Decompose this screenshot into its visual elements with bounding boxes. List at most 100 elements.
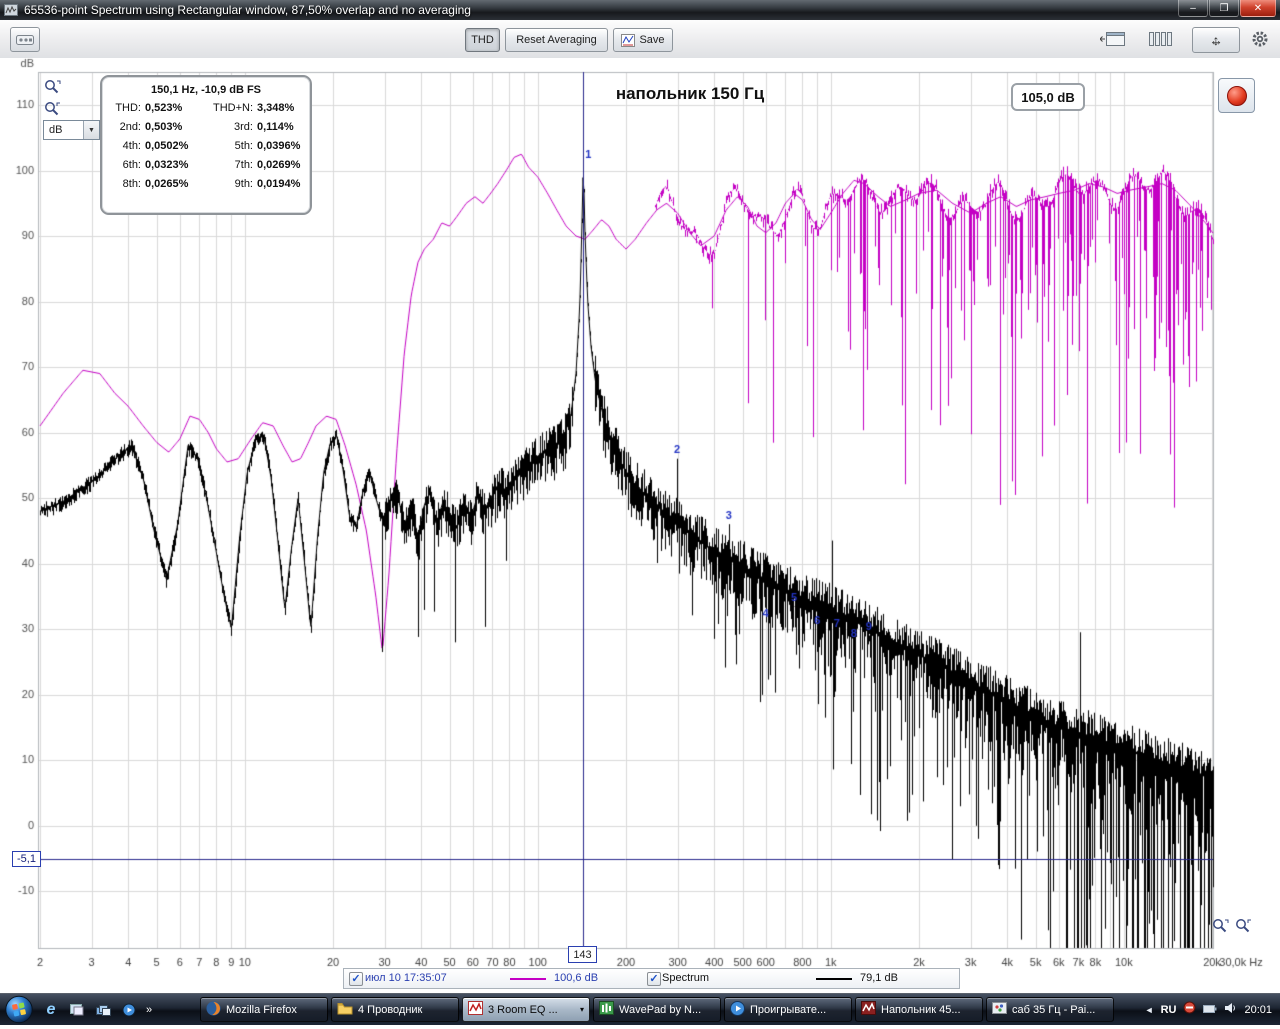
battery-icon[interactable] xyxy=(1203,1001,1217,1019)
taskbar-button-label: Проигрывате... xyxy=(750,1003,827,1016)
trace2-color-sample xyxy=(816,978,852,980)
taskbar-button[interactable]: 3 Room EQ ... ▾ xyxy=(462,997,590,1022)
dropdown-arrow-icon: ▼ xyxy=(83,121,99,139)
thd-panel-header: 150,1 Hz, -10,9 dB FS xyxy=(150,84,262,96)
taskbar-button[interactable]: WavePad by N... xyxy=(593,997,721,1022)
firefox-icon xyxy=(206,1001,221,1019)
graph-columns-button[interactable] xyxy=(1146,29,1176,49)
taskbar-button[interactable]: Проигрывате... xyxy=(724,997,852,1022)
wavepad-icon xyxy=(599,1001,614,1018)
paint-icon xyxy=(992,1001,1007,1018)
cursor-level-label: -5,1 xyxy=(12,851,41,867)
window-title: 65536-point Spectrum using Rectangular w… xyxy=(24,3,471,17)
folder-icon xyxy=(337,1002,353,1018)
rew-icon xyxy=(468,1001,483,1018)
thd-row-label: 6th: xyxy=(122,159,141,171)
level-readout: 105,0 dB xyxy=(1011,83,1085,111)
language-indicator[interactable]: RU xyxy=(1161,1004,1177,1016)
volume-icon[interactable] xyxy=(1224,1001,1237,1019)
taskbar-button[interactable]: саб 35 Гц - Pai... xyxy=(986,997,1114,1022)
settings-button[interactable] xyxy=(1249,28,1271,50)
rew2-icon xyxy=(861,1001,876,1018)
taskbar-button-label: Напольник 45... xyxy=(881,1003,961,1016)
reset-averaging-button[interactable]: Reset Averaging xyxy=(505,28,608,52)
minimize-button[interactable]: – xyxy=(1178,0,1208,17)
columns-icon xyxy=(1149,32,1172,46)
trace1-color-sample xyxy=(510,978,546,980)
taskbar-clock[interactable]: 20:01 xyxy=(1244,1004,1272,1016)
legend-trace2-label[interactable]: Spectrum xyxy=(662,972,709,984)
thd-row-label: 3rd: xyxy=(234,121,253,133)
thd-row-label: 4th: xyxy=(122,140,141,152)
dock-graph-icon xyxy=(1100,32,1125,46)
thd-row-label: 5th: xyxy=(234,140,253,152)
save-button[interactable]: Save xyxy=(613,28,673,52)
quick-launch-bar: e » xyxy=(42,998,153,1022)
window-switcher-icon[interactable] xyxy=(94,1001,112,1019)
chart-title: напольник 150 Гц xyxy=(615,84,765,103)
thd-panel: 150,1 Hz, -10,9 dB FS THD: 0,523% THD+N: 3,… xyxy=(100,75,312,215)
legend-checkbox[interactable]: ✓ xyxy=(349,972,363,986)
thd-row-value: 0,0323% xyxy=(145,159,189,171)
thd-row-label: THD: xyxy=(115,102,141,114)
legend-trace1-value: 100,6 dB xyxy=(554,972,599,984)
tray-expand-icon[interactable]: ◄ xyxy=(1145,1005,1154,1015)
system-tray: ◄ RU 20:01 xyxy=(1145,994,1276,1025)
thd-row-label: 9th: xyxy=(234,178,253,190)
zoom-x-out-icon[interactable] xyxy=(1235,918,1253,936)
show-desktop-icon[interactable] xyxy=(68,1001,86,1019)
pan-zoom-button[interactable]: ↔ ↕ xyxy=(1192,27,1240,53)
app-icon xyxy=(4,4,18,16)
thd-values-grid: THD: 0,523% THD+N: 3,348% 2nd: 0,503% 3rd: 0,11… xyxy=(105,102,310,190)
zoom-y-in-icon[interactable] xyxy=(44,79,62,97)
soundcard-icon xyxy=(16,34,34,45)
thd-row-label: 2nd: xyxy=(119,121,141,133)
thd-row-value: 0,0502% xyxy=(145,140,189,152)
pan-arrows-icon: ↔ ↕ xyxy=(1209,32,1223,48)
legend-trace1-label[interactable]: июл 10 17:35:07 xyxy=(365,972,447,984)
taskbar-button-label: 4 Проводник xyxy=(358,1003,423,1016)
thd-row-label: 8th: xyxy=(122,178,141,190)
record-button[interactable] xyxy=(1218,78,1255,113)
title-bar: 65536-point Spectrum using Rectangular w… xyxy=(0,0,1280,21)
dock-graph-button[interactable] xyxy=(1098,29,1128,49)
thd-row-label: 7th: xyxy=(234,159,253,171)
internet-explorer-icon[interactable]: e xyxy=(42,1001,60,1019)
thd-row-value: 0,523% xyxy=(145,102,183,114)
maximize-button[interactable]: ❐ xyxy=(1209,0,1239,17)
thd-row-value: 0,0396% xyxy=(257,140,301,152)
wmp-icon xyxy=(730,1000,745,1019)
record-icon xyxy=(1226,85,1247,106)
thd-row-label: THD+N: xyxy=(212,102,253,114)
thd-row-value: 0,0265% xyxy=(145,178,189,190)
taskbar-button[interactable]: Напольник 45... xyxy=(855,997,983,1022)
thd-row-value: 0,503% xyxy=(145,121,183,133)
input-device-button[interactable] xyxy=(10,27,40,52)
close-button[interactable]: ✕ xyxy=(1240,0,1276,17)
media-player-quicklaunch-icon[interactable] xyxy=(120,1001,138,1019)
task-group-chevron-icon: ▾ xyxy=(579,1005,584,1014)
taskbar-button-label: 3 Room EQ ... xyxy=(488,1003,558,1016)
thd-button[interactable]: THD xyxy=(465,28,500,52)
thd-row-value: 3,348% xyxy=(257,102,295,114)
taskbar-button-label: WavePad by N... xyxy=(619,1003,702,1016)
thd-row-value: 0,114% xyxy=(257,121,294,133)
y-axis-unit-value: dB xyxy=(49,124,63,136)
quick-launch-overflow-chevron[interactable]: » xyxy=(146,1004,152,1016)
zoom-x-in-icon[interactable] xyxy=(1212,918,1230,936)
taskbar-button-label: Mozilla Firefox xyxy=(226,1003,297,1016)
legend-bar: ✓ июл 10 17:35:07 100,6 dB ✓ Spectrum 79… xyxy=(343,968,960,989)
thd-row-value: 0,0269% xyxy=(257,159,301,171)
y-axis-unit-select[interactable]: dB ▼ xyxy=(43,120,100,140)
thd-row-value: 0,0194% xyxy=(257,178,301,190)
taskbar: e » Mozilla Firefox 4 Проводник 3 Room EQ … xyxy=(0,993,1280,1025)
taskbar-button[interactable]: Mozilla Firefox xyxy=(200,997,328,1022)
cursor-frequency-label: 143 xyxy=(568,946,597,963)
legend-checkbox[interactable]: ✓ xyxy=(647,972,661,986)
tray-status-icon[interactable] xyxy=(1183,1001,1196,1019)
zoom-y-out-icon[interactable] xyxy=(44,101,62,119)
save-button-label: Save xyxy=(639,34,665,46)
taskbar-button[interactable]: 4 Проводник xyxy=(331,997,459,1022)
taskbar-button-label: саб 35 Гц - Pai... xyxy=(1012,1003,1096,1016)
plot-client-area: dB ▼ 150,1 Hz, -10,9 dB FS THD: 0,523% THD… xyxy=(0,58,1280,993)
